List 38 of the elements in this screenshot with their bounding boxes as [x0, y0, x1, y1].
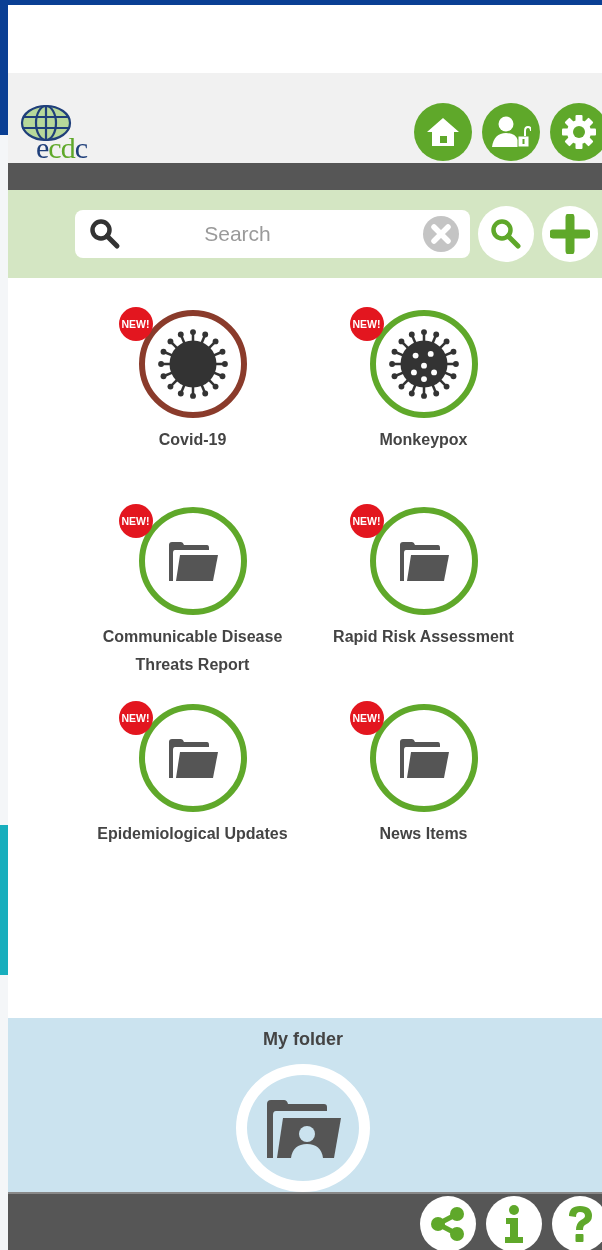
settings-icon [561, 114, 597, 150]
user-folder-icon [264, 1098, 342, 1158]
new-badge: NEW! [118, 307, 153, 341]
folder-icon [397, 541, 450, 581]
new-badge: NEW! [118, 701, 153, 735]
topic-label: News Items [379, 824, 468, 844]
plus-icon [550, 214, 590, 254]
new-badge: NEW! [349, 701, 384, 735]
my-folder-label: My folder [263, 1028, 343, 1050]
info-icon [503, 1205, 525, 1243]
topic-label: Covid-19 [158, 430, 227, 450]
search-icon [490, 218, 522, 250]
new-badge: NEW! [349, 307, 384, 341]
home-button[interactable] [414, 103, 472, 161]
topic-label: Rapid Risk Assessment [333, 627, 514, 647]
logo-text: ecdc [36, 135, 87, 161]
help-button[interactable] [552, 1196, 602, 1250]
new-badge: NEW! [349, 504, 384, 538]
search-button[interactable] [478, 206, 534, 262]
login-button[interactable] [482, 103, 540, 161]
new-badge: NEW! [118, 504, 153, 538]
user-lock-icon [491, 116, 531, 148]
settings-button[interactable] [550, 103, 602, 161]
home-icon [426, 117, 460, 147]
share-icon [430, 1206, 466, 1242]
folder-icon [166, 541, 219, 581]
topic-label: Communicable Disease Threats Report [101, 627, 284, 675]
topic-label: Monkeypox [379, 430, 468, 450]
folder-icon [397, 738, 450, 778]
search-icon [89, 218, 121, 250]
help-icon [566, 1204, 594, 1244]
folder-icon [166, 738, 219, 778]
add-button[interactable] [542, 206, 598, 262]
search-field[interactable]: Search [129, 221, 414, 247]
share-button[interactable] [420, 1196, 476, 1250]
search-bar[interactable]: Search [75, 210, 470, 258]
topic-label: Epidemiological Updates [97, 824, 288, 844]
info-button[interactable] [486, 1196, 542, 1250]
